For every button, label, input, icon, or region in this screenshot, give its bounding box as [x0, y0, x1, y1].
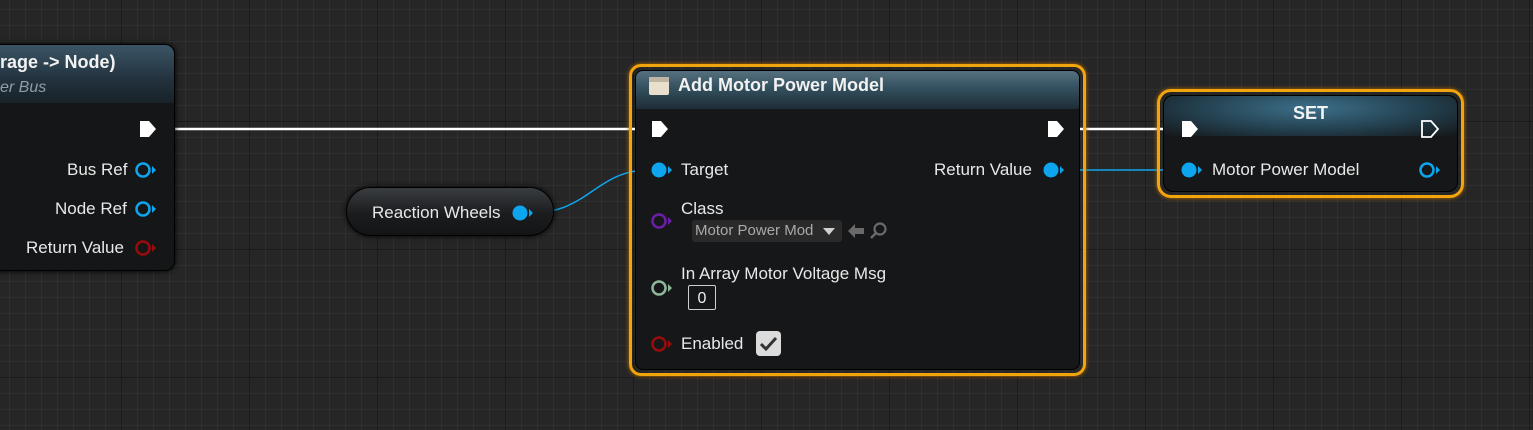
return-value-label: Return Value [26, 238, 124, 257]
enabled-label: Enabled [681, 334, 744, 353]
return-value-pin-icon[interactable] [1042, 161, 1066, 179]
left-node-title: rage -> Node) [0, 52, 116, 72]
return-value-pin-icon[interactable] [134, 239, 158, 257]
motor-power-model-label: Motor Power Model [1212, 160, 1360, 179]
chevron-down-icon [823, 228, 835, 235]
class-dropdown[interactable]: Motor Power Mod [692, 220, 842, 242]
function-icon [649, 77, 669, 95]
class-pin-icon[interactable] [650, 212, 674, 230]
target-pin-icon[interactable] [650, 161, 674, 179]
exec-out-pin-icon[interactable] [138, 119, 158, 139]
use-selected-arrow-icon[interactable] [846, 222, 866, 240]
class-dropdown-value: Motor Power Mod [695, 222, 814, 239]
motor-power-model-in-pin-icon[interactable] [1180, 161, 1204, 179]
in-array-value-input[interactable]: 0 [688, 285, 716, 310]
bus-ref-pin-icon[interactable] [134, 161, 158, 179]
left-node-subtitle: er Bus [0, 79, 47, 96]
browse-search-icon[interactable] [869, 221, 889, 241]
exec-in-pin-icon[interactable] [650, 119, 670, 139]
enabled-checkbox[interactable] [756, 331, 781, 356]
exec-out-pin-icon[interactable] [1420, 119, 1440, 139]
set-node-title: SET [1293, 103, 1329, 123]
in-array-label: In Array Motor Voltage Msg [681, 264, 887, 283]
checkmark-icon [759, 336, 778, 352]
exec-in-pin-icon[interactable] [1180, 119, 1200, 139]
reaction-wheels-pin-icon[interactable] [511, 204, 535, 222]
in-array-pin-icon[interactable] [650, 279, 674, 297]
return-value-label: Return Value [934, 160, 1032, 179]
bus-ref-label: Bus Ref [67, 160, 128, 179]
node-ref-pin-icon[interactable] [134, 200, 158, 218]
class-label: Class [681, 199, 724, 218]
enabled-pin-icon[interactable] [650, 335, 674, 353]
motor-power-model-out-pin-icon[interactable] [1418, 161, 1442, 179]
node-ref-label: Node Ref [55, 199, 127, 218]
reaction-wheels-label: Reaction Wheels [372, 203, 501, 222]
exec-out-pin-icon[interactable] [1046, 119, 1066, 139]
main-node-title: Add Motor Power Model [678, 75, 884, 95]
target-label: Target [681, 160, 729, 179]
